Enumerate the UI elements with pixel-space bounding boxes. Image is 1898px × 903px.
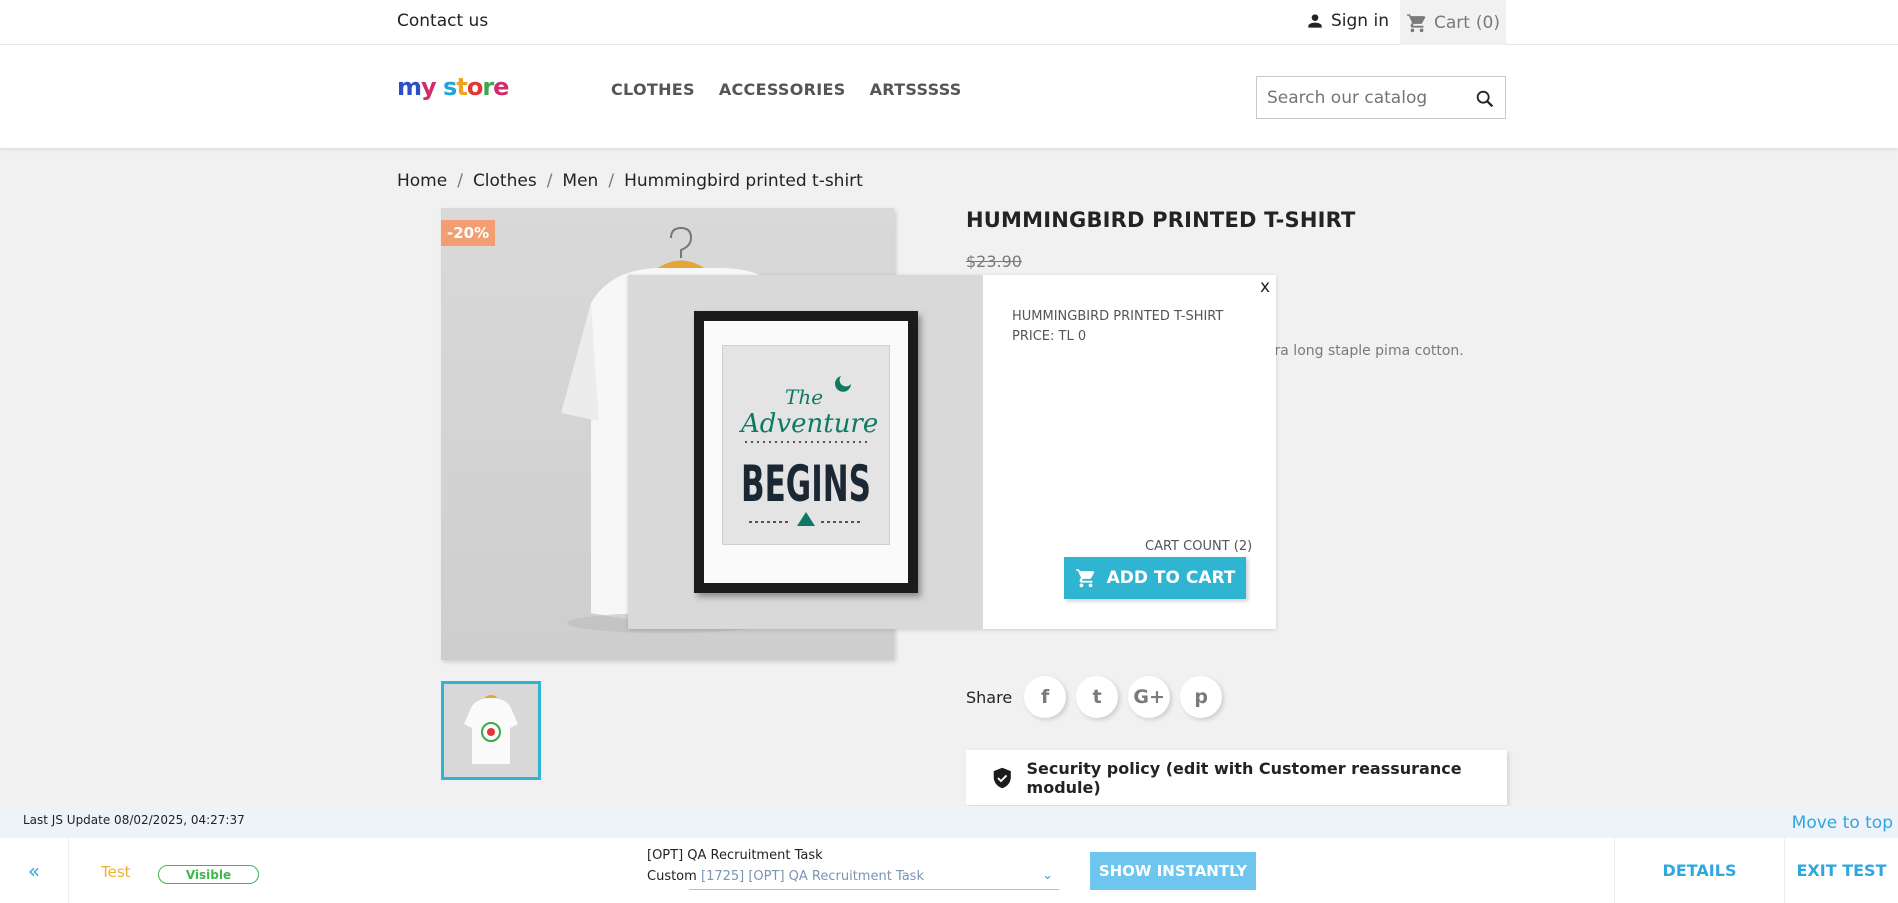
cart-icon: [1075, 568, 1095, 588]
popup-product-info: HUMMINGBIRD PRINTED T-SHIRT PRICE: TL 0: [1012, 307, 1223, 347]
discount-badge: -20%: [441, 220, 496, 246]
chevron-down-icon: ⌄: [1042, 868, 1053, 883]
sign-in-link[interactable]: Sign in: [1305, 11, 1389, 31]
popup-close-button[interactable]: x: [1260, 277, 1270, 297]
cart-label: Cart: [1433, 12, 1470, 33]
nav-artsssss[interactable]: ARTSSSSS: [870, 80, 962, 99]
collapse-back-button[interactable]: «: [0, 838, 69, 903]
popup-product-name: HUMMINGBIRD PRINTED T-SHIRT: [1012, 309, 1224, 324]
search-icon[interactable]: [1474, 88, 1496, 110]
add-to-cart-label: ADD TO CART: [1106, 568, 1236, 588]
contact-us-link[interactable]: Contact us: [397, 11, 488, 31]
main-nav: CLOTHES ACCESSORIES ARTSSSSS: [611, 80, 962, 99]
facebook-icon[interactable]: f: [1024, 676, 1067, 718]
reassurance-text: Security policy (edit with Customer reas…: [1026, 758, 1462, 797]
popup-product-image: The Adventure BEGINS: [628, 275, 983, 629]
add-to-cart-button[interactable]: ADD TO CART: [1064, 557, 1246, 599]
old-price: $23.90: [966, 252, 1022, 271]
search-input[interactable]: [1257, 77, 1457, 118]
header: my store CLOTHES ACCESSORIES ARTSSSSS: [0, 45, 1898, 148]
nav-clothes[interactable]: CLOTHES: [611, 80, 695, 99]
popup-product-price: PRICE: TL 0: [1012, 329, 1087, 344]
breadcrumb-clothes[interactable]: Clothes: [473, 171, 537, 191]
breadcrumb-home[interactable]: Home: [397, 171, 447, 191]
breadcrumb-separator: /: [546, 171, 553, 191]
sign-in-label: Sign in: [1331, 11, 1389, 31]
nav-accessories[interactable]: ACCESSORIES: [719, 80, 846, 99]
test-name: Test: [101, 863, 131, 881]
poster-text-the: The: [785, 385, 823, 409]
shield-check-icon: [993, 767, 1011, 788]
task-title: [OPT] QA Recruitment Task: [647, 848, 823, 863]
popup-cart-count: CART COUNT (2): [1145, 539, 1253, 554]
share-section: Share f t G+ p: [966, 676, 1223, 718]
move-to-top-link[interactable]: Move to top: [1792, 813, 1893, 833]
share-label: Share: [966, 687, 1013, 707]
pinterest-icon[interactable]: p: [1180, 676, 1223, 718]
reassurance-block: Security policy (edit with Customer reas…: [966, 750, 1507, 805]
task-select-value: [1725] [OPT] QA Recruitment Task: [701, 869, 924, 884]
poster-text-begins: BEGINS: [741, 455, 871, 513]
js-update-bar: Last JS Update 08/02/2025, 04:27:37 Move…: [0, 806, 1898, 838]
status-badge: Visible: [158, 865, 259, 884]
product-description: f extra long staple pima cotton.: [1243, 343, 1464, 359]
top-bar: Contact us Sign in Cart (0): [0, 0, 1898, 45]
poster-art: The Adventure BEGINS: [722, 345, 890, 545]
poster-art-image: The Adventure BEGINS: [739, 376, 878, 526]
search-box: [1256, 76, 1506, 119]
task-select[interactable]: [1725] [OPT] QA Recruitment Task ⌄: [689, 866, 1059, 890]
breadcrumb-current: Hummingbird printed t-shirt: [624, 171, 863, 191]
test-tool-bar: « Test Visible [OPT] QA Recruitment Task…: [0, 838, 1898, 903]
twitter-icon[interactable]: t: [1076, 676, 1119, 718]
poster-text-adventure: Adventure: [739, 409, 878, 439]
product-title: HUMMINGBIRD PRINTED T-SHIRT: [966, 208, 1356, 232]
js-update-text: Last JS Update 08/02/2025, 04:27:37: [23, 813, 245, 827]
breadcrumb-men[interactable]: Men: [562, 171, 598, 191]
show-instantly-button[interactable]: SHOW INSTANTLY: [1090, 852, 1256, 890]
breadcrumb: Home / Clothes / Men / Hummingbird print…: [397, 171, 863, 191]
user-icon: [1308, 14, 1322, 28]
cart-link[interactable]: Cart (0): [1400, 0, 1506, 45]
cart-icon: [1406, 13, 1426, 32]
google-plus-icon[interactable]: G+: [1128, 676, 1171, 718]
store-logo[interactable]: my store: [397, 73, 509, 101]
breadcrumb-separator: /: [457, 171, 463, 191]
exit-test-button[interactable]: EXIT TEST: [1784, 838, 1898, 903]
details-button[interactable]: DETAILS: [1614, 838, 1784, 903]
poster-frame: The Adventure BEGINS: [694, 311, 918, 593]
cart-count: (0): [1475, 12, 1501, 33]
tshirt-thumbnail-image: [464, 695, 518, 764]
poster-mat: The Adventure BEGINS: [704, 321, 908, 583]
product-thumbnail[interactable]: [441, 681, 541, 780]
breadcrumb-separator: /: [608, 171, 615, 191]
